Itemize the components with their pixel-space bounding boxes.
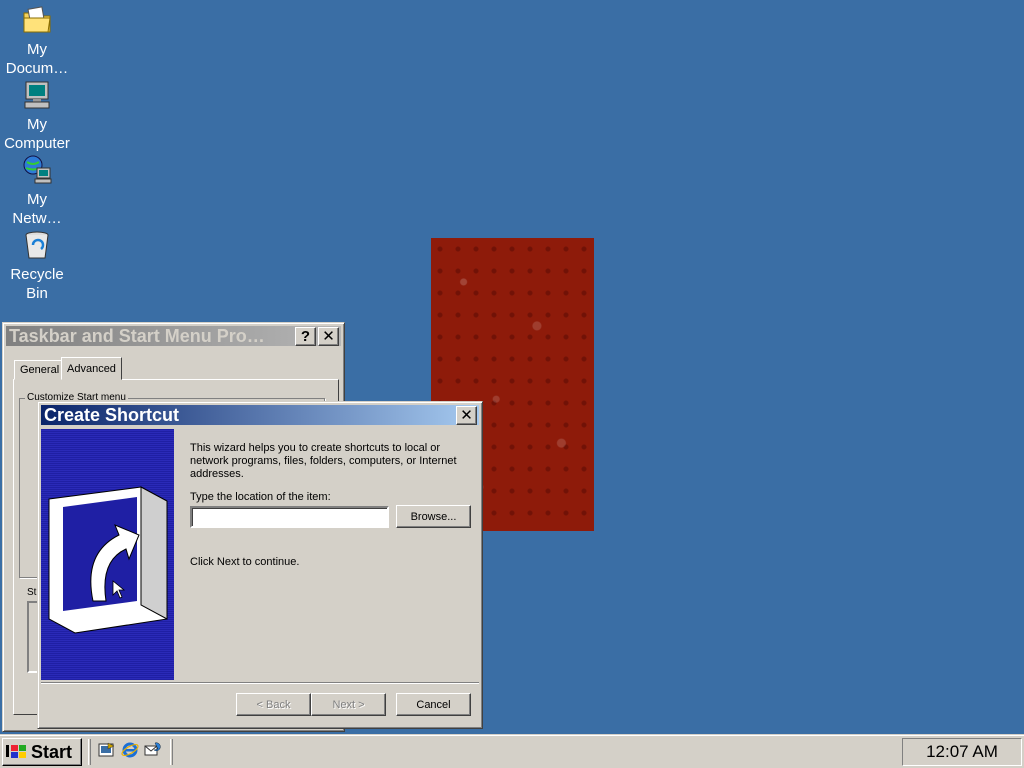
folder-documents-icon xyxy=(23,6,51,33)
help-button[interactable]: ? xyxy=(295,327,316,346)
next-button[interactable]: Next > xyxy=(311,693,386,716)
dialog-titlebar[interactable]: Create Shortcut ✕ xyxy=(41,405,479,425)
network-icon xyxy=(23,155,52,184)
properties-title: Taskbar and Start Menu Pro… xyxy=(9,326,265,346)
create-shortcut-dialog: Create Shortcut ✕ This wizard helps you … xyxy=(37,401,483,729)
back-button[interactable]: < Back xyxy=(236,693,311,716)
outlook-express-icon[interactable] xyxy=(144,741,162,759)
start-settings-label: St xyxy=(27,587,37,598)
properties-titlebar[interactable]: Taskbar and Start Menu Pro… ? ✕ xyxy=(6,326,341,346)
dialog-title: Create Shortcut xyxy=(44,405,180,425)
clock[interactable]: 12:07 AM xyxy=(926,742,998,762)
location-input[interactable] xyxy=(190,506,389,528)
close-button[interactable]: ✕ xyxy=(318,327,339,346)
internet-explorer-icon[interactable] xyxy=(121,741,139,759)
taskbar: Start 12:07 AM xyxy=(0,734,1024,768)
desktop-icon-recycle-bin[interactable]: Recycle Bin xyxy=(0,229,74,303)
desktop-icon-my-network[interactable]: My Netw… xyxy=(0,154,74,228)
tab-general[interactable]: General xyxy=(14,360,66,380)
desktop-icon-label: My Docum… xyxy=(5,41,69,77)
cancel-button[interactable]: Cancel xyxy=(396,693,471,716)
desktop-icon-my-computer[interactable]: My Computer xyxy=(0,79,74,153)
windows-logo-icon xyxy=(6,745,26,758)
quick-launch-grip-end[interactable] xyxy=(170,739,173,765)
location-label: Type the location of the item: xyxy=(190,491,331,503)
wizard-side-graphic xyxy=(41,429,174,680)
wizard-intro-text: This wizard helps you to create shortcut… xyxy=(190,442,457,480)
computer-icon xyxy=(24,81,50,109)
shortcut-arrow-icon xyxy=(48,486,168,634)
start-label: Start xyxy=(31,741,73,762)
recycle-bin-icon xyxy=(25,231,49,259)
start-button[interactable]: Start xyxy=(2,738,82,766)
button-separator xyxy=(41,682,479,684)
continue-text: Click Next to continue. xyxy=(190,556,300,568)
system-tray: 12:07 AM xyxy=(902,738,1022,766)
close-button[interactable]: ✕ xyxy=(456,406,477,425)
tab-advanced[interactable]: Advanced xyxy=(61,357,122,380)
quick-launch-grip[interactable] xyxy=(88,739,91,765)
desktop-icon-label: Recycle Bin xyxy=(10,266,64,302)
show-desktop-icon[interactable] xyxy=(98,741,116,759)
desktop-icon-label: My Netw… xyxy=(12,191,62,227)
desktop-icon-label: My Computer xyxy=(4,116,70,152)
desktop-icon-my-documents[interactable]: My Docum… xyxy=(0,4,74,78)
browse-button[interactable]: Browse... xyxy=(396,505,471,528)
